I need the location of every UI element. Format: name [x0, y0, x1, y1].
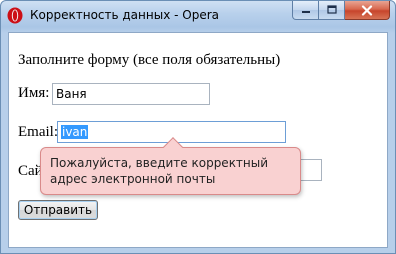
maximize-button[interactable]: [319, 1, 345, 20]
title-bar[interactable]: Корректность данных - Opera: [1, 1, 395, 31]
minimize-icon: [301, 11, 310, 13]
email-input-selected-text: ivan: [61, 125, 89, 139]
opera-logo-icon: [7, 7, 23, 24]
name-label: Имя:: [18, 85, 50, 101]
email-label: Email:: [18, 124, 58, 140]
validation-tooltip: Пожалуйста, введите корректный адрес эле…: [40, 137, 301, 195]
close-button[interactable]: [345, 1, 390, 20]
submit-button[interactable]: Отправить: [18, 200, 98, 220]
browser-window: Корректность данных - Opera Заполните фо…: [0, 0, 396, 254]
form-heading: Заполните форму (все поля обязательны): [18, 52, 281, 68]
window-controls: [292, 1, 390, 21]
maximize-icon: [326, 5, 337, 14]
window-title: Корректность данных - Opera: [30, 8, 219, 22]
tooltip-message: Пожалуйста, введите корректный адрес эле…: [50, 156, 269, 186]
name-input[interactable]: Ваня: [52, 83, 210, 105]
page-content: Заполните форму (все поля обязательны) И…: [8, 32, 388, 248]
close-icon: [361, 4, 373, 16]
site-label: Сай: [18, 163, 43, 179]
minimize-button[interactable]: [292, 1, 319, 20]
